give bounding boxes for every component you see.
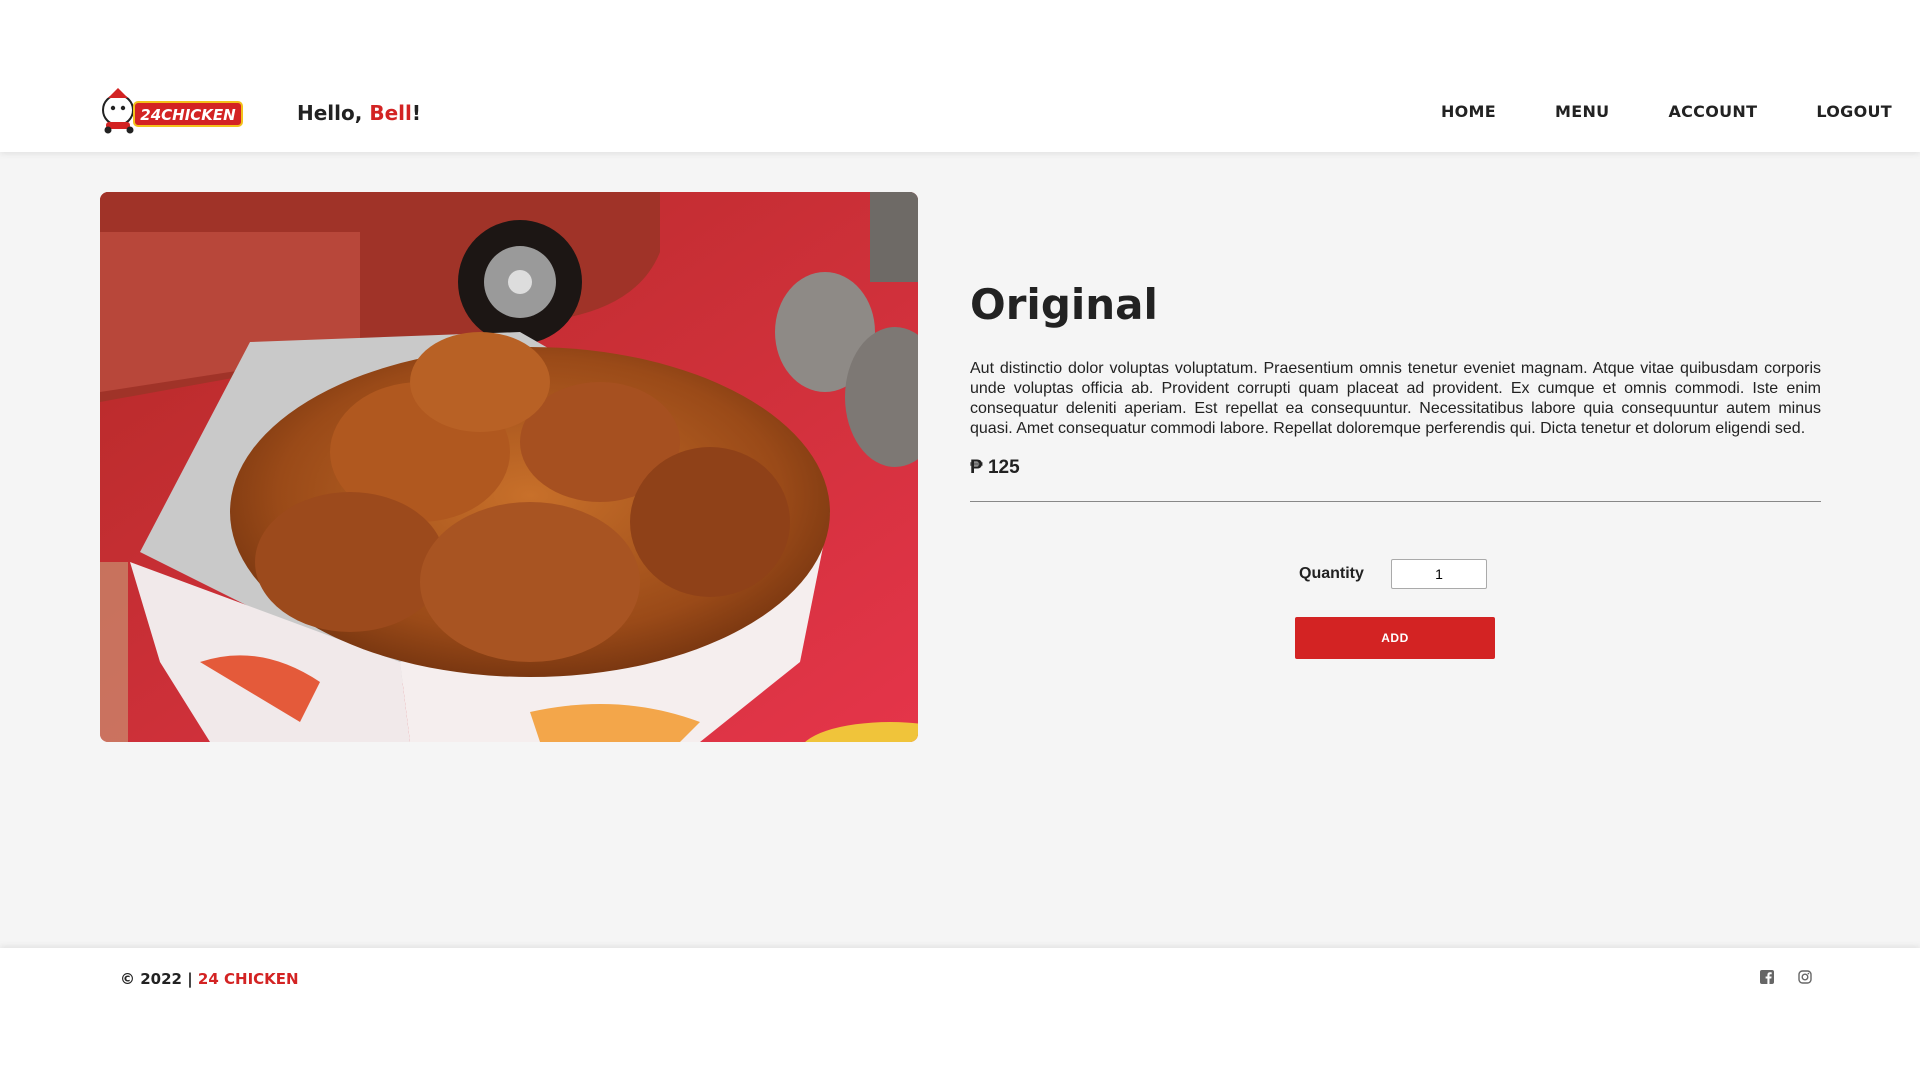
greeting-prefix: Hello, <box>297 101 370 125</box>
product-price: ₱ 125 <box>970 457 1020 478</box>
product-image <box>100 192 918 742</box>
divider <box>970 501 1821 502</box>
copyright: © 2022 | 24 CHICKEN <box>120 970 299 988</box>
quantity-row: Quantity <box>1299 559 1487 589</box>
nav-menu[interactable]: MENU <box>1555 102 1609 121</box>
footer-brand: 24 CHICKEN <box>197 970 299 988</box>
site-footer: © 2022 | 24 CHICKEN <box>0 948 1920 1080</box>
product-description: Aut distinctio dolor voluptas voluptatum… <box>970 360 1821 437</box>
add-button[interactable]: ADD <box>1295 617 1495 659</box>
product-details: Original Aut distinctio dolor voluptas v… <box>970 280 1821 510</box>
quantity-label: Quantity <box>1299 565 1364 582</box>
nav-home[interactable]: HOME <box>1441 102 1496 121</box>
logo-text: 24CHICKEN <box>140 106 236 124</box>
facebook-icon[interactable] <box>1760 970 1774 984</box>
user-name: Bell <box>369 101 412 125</box>
social-links <box>1760 970 1812 984</box>
greeting: Hello, Bell! <box>297 101 421 125</box>
instagram-icon[interactable] <box>1798 970 1812 984</box>
copyright-prefix: © 2022 | <box>120 970 198 988</box>
nav-account[interactable]: ACCOUNT <box>1668 102 1757 121</box>
greeting-suffix: ! <box>411 101 421 125</box>
site-header: 24CHICKEN Hello, Bell! HOME MENU ACCOUNT… <box>0 0 1920 152</box>
product-title: Original <box>970 280 1158 329</box>
main-nav: HOME MENU ACCOUNT LOGOUT <box>1441 102 1892 121</box>
brand-logo[interactable]: 24CHICKEN <box>100 86 246 134</box>
quantity-input[interactable] <box>1391 559 1487 589</box>
nav-logout[interactable]: LOGOUT <box>1816 102 1892 121</box>
